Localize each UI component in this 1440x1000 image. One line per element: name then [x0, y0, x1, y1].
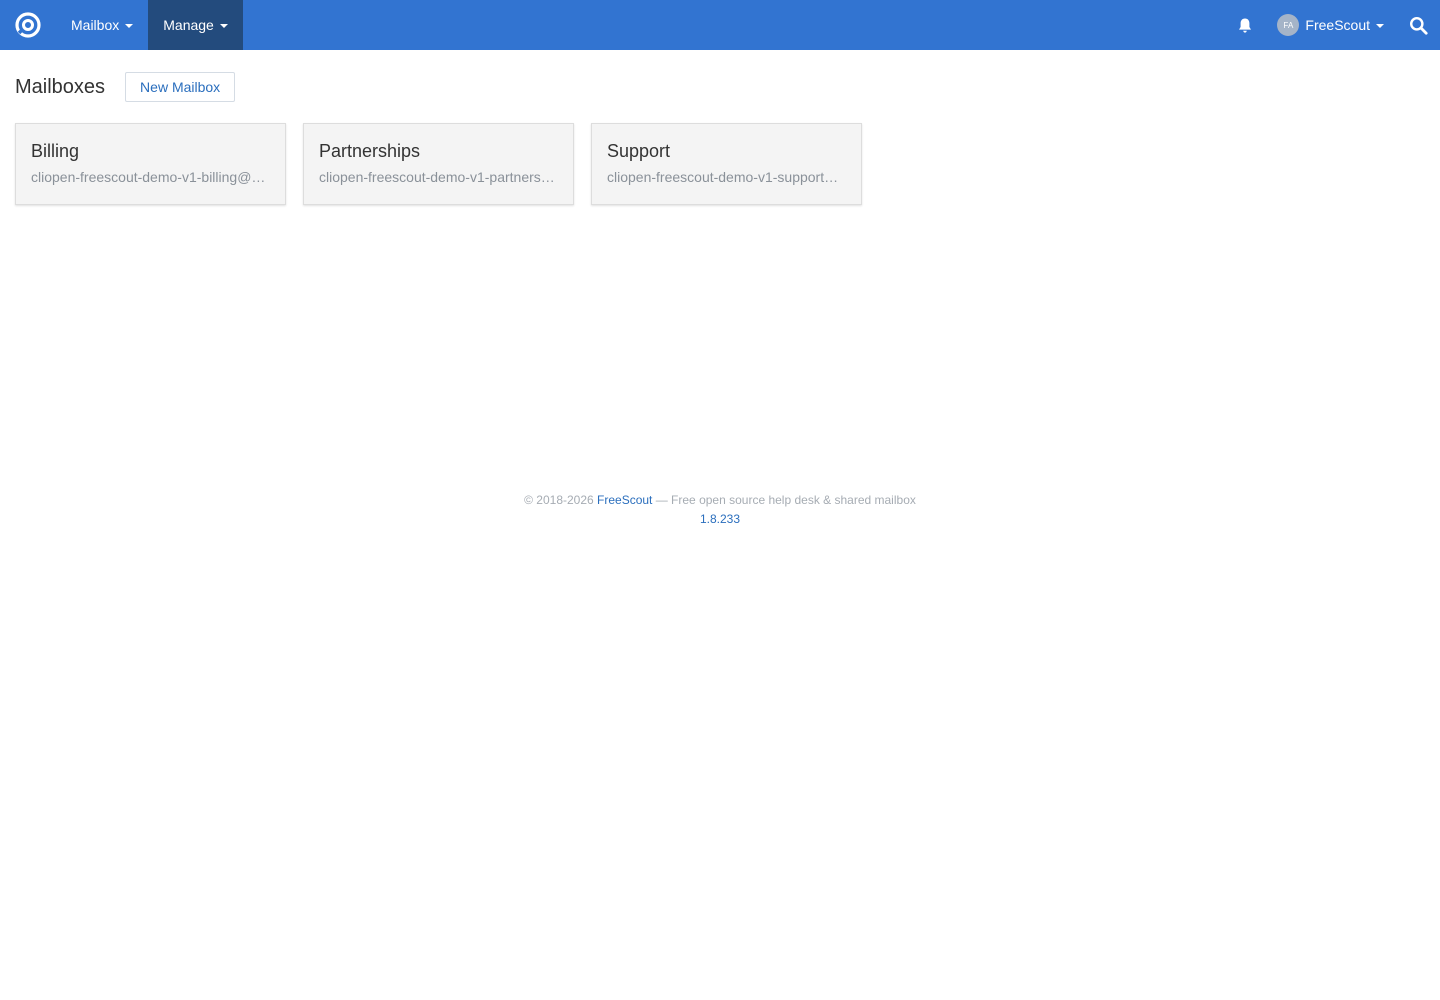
mailbox-email: cliopen-freescout-demo-v1-support…	[607, 169, 839, 185]
footer-tagline: — Free open source help desk & shared ma…	[652, 493, 916, 507]
search-button[interactable]	[1396, 0, 1440, 50]
footer-copyright: © 2018-2026	[524, 493, 598, 507]
top-navbar: Mailbox Manage FA FreeScout	[0, 0, 1440, 50]
avatar: FA	[1277, 14, 1300, 36]
mailbox-card-billing[interactable]: Billing cliopen-freescout-demo-v1-billin…	[15, 123, 286, 205]
user-name: FreeScout	[1305, 17, 1370, 33]
nav-mailbox-label: Mailbox	[71, 17, 120, 33]
footer: © 2018-2026 FreeScout — Free open source…	[0, 491, 1440, 529]
mailbox-name: Support	[607, 141, 671, 161]
nav-manage-dropdown[interactable]: Manage	[148, 0, 243, 50]
mailbox-card-partnerships[interactable]: Partnerships cliopen-freescout-demo-v1-p…	[303, 123, 574, 205]
freescout-link[interactable]: FreeScout	[597, 493, 652, 507]
logo-link[interactable]	[0, 0, 56, 50]
version-link[interactable]: 1.8.233	[700, 512, 740, 526]
freescout-logo-icon	[15, 12, 41, 38]
footer-version-line: 1.8.233	[0, 510, 1440, 529]
mailbox-name: Partnerships	[319, 141, 421, 161]
page-title: Mailboxes	[15, 75, 106, 98]
nav-manage-label: Manage	[163, 17, 214, 33]
heading-row: Mailboxes New Mailbox	[15, 72, 236, 102]
footer-line: © 2018-2026 FreeScout — Free open source…	[0, 491, 1440, 510]
search-icon	[1409, 16, 1428, 35]
mailbox-email: cliopen-freescout-demo-v1-billing@…	[31, 169, 266, 185]
mailbox-card-support[interactable]: Support cliopen-freescout-demo-v1-suppor…	[591, 123, 862, 205]
mailbox-name: Billing	[31, 141, 80, 161]
nav-mailbox-dropdown[interactable]: Mailbox	[56, 0, 148, 50]
chevron-down-icon	[125, 24, 134, 28]
notifications-button[interactable]	[1223, 0, 1267, 50]
bell-icon	[1239, 18, 1252, 33]
user-menu-dropdown[interactable]: FA FreeScout	[1267, 0, 1396, 50]
mailbox-list: Billing cliopen-freescout-demo-v1-billin…	[15, 123, 879, 205]
chevron-down-icon	[219, 24, 228, 28]
new-mailbox-button[interactable]: New Mailbox	[125, 72, 236, 102]
navbar-right: FA FreeScout	[1223, 0, 1440, 50]
chevron-down-icon	[1376, 24, 1384, 28]
mailbox-email: cliopen-freescout-demo-v1-partners…	[319, 169, 555, 185]
